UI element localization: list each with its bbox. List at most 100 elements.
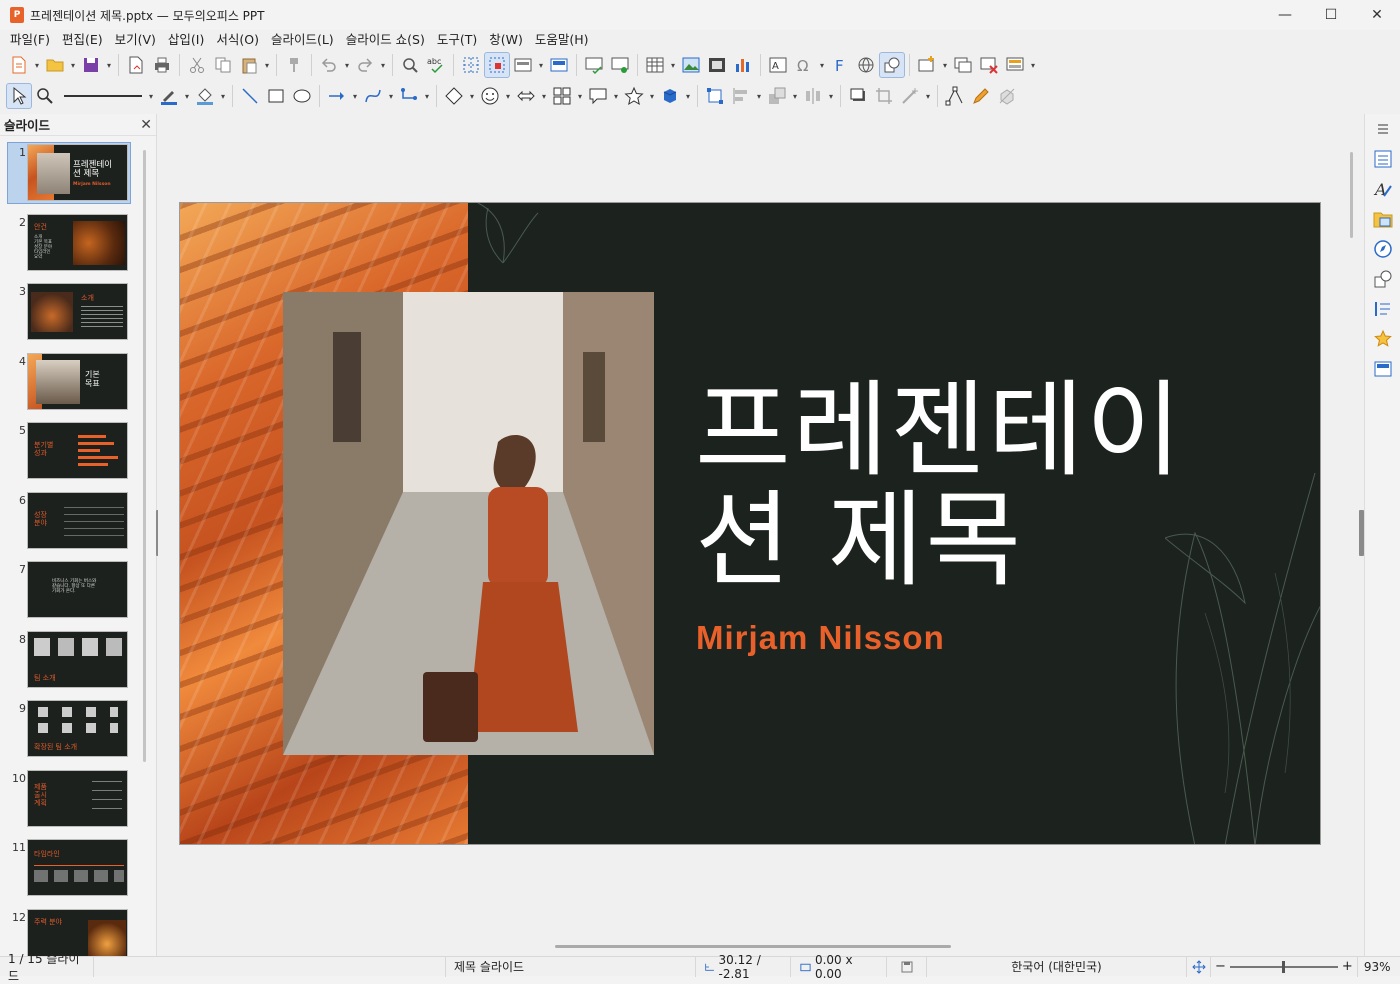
fill-color-dropdown[interactable]: ▾ [218,83,228,109]
slide-thumbnail-7[interactable]: 7 비즈니스 기회는 버스와 같습니다. 항상 또 다른 기회가 온다. [0,557,145,627]
filter-dropdown[interactable]: ▾ [923,83,933,109]
export-pdf-button[interactable] [123,52,149,78]
align-dropdown[interactable]: ▾ [754,83,764,109]
sidebar-menu-button[interactable] [1365,114,1400,144]
helplines-button[interactable] [484,52,510,78]
line-tool-button[interactable] [237,83,263,109]
slide-thumbnail-9[interactable]: 9 확장된 팀 소개 [0,696,145,766]
insert-image-button[interactable] [678,52,704,78]
cut-button[interactable] [184,52,210,78]
copy-button[interactable] [210,52,236,78]
flowchart-button[interactable] [549,83,575,109]
slide-thumbnail-11[interactable]: 11 타임라인 [0,835,145,905]
zoom-in-button[interactable]: + [1342,959,1353,974]
menu-insert[interactable]: 삽입(I) [162,30,210,50]
points-edit-button[interactable] [942,83,968,109]
zoom-slider[interactable] [1229,960,1338,973]
symbol-shapes-dropdown[interactable]: ▾ [503,83,513,109]
duplicate-slide-button[interactable] [950,52,976,78]
undo-button[interactable] [316,52,342,78]
zoom-level-status[interactable]: 93% [1356,956,1397,977]
fit-slide-button[interactable] [1187,956,1211,977]
arrange-button[interactable] [764,83,790,109]
lines-arrows-button[interactable] [324,83,350,109]
spelling-button[interactable]: abc [423,52,449,78]
slide-thumbnail-3[interactable]: 3 소개 [0,279,145,349]
close-button[interactable]: ✕ [1354,0,1400,30]
save-dropdown[interactable]: ▾ [104,52,114,78]
paste-dropdown[interactable]: ▾ [262,52,272,78]
open-dropdown[interactable]: ▾ [68,52,78,78]
delete-slide-button[interactable] [976,52,1002,78]
slide-panel-scrollbar[interactable] [143,150,146,762]
start-first-slide-button[interactable] [581,52,607,78]
slide-thumbnail-5[interactable]: 5 분기별 성과 [0,418,145,488]
sidebar-master-slides-button[interactable] [1365,354,1400,384]
distribute-button[interactable] [800,83,826,109]
document-modified-status[interactable] [887,956,927,977]
show-draw-functions-button[interactable] [879,52,905,78]
minimize-button[interactable]: — [1262,0,1308,30]
glue-points-button[interactable] [968,83,994,109]
horizontal-scrollbar[interactable] [555,945,951,948]
menu-help[interactable]: 도움말(H) [529,30,595,50]
sidebar-shapes-button[interactable] [1365,264,1400,294]
redo-dropdown[interactable]: ▾ [378,52,388,78]
vertical-scrollbar[interactable] [1350,152,1353,238]
display-views-dropdown[interactable]: ▾ [536,52,546,78]
master-slide-button[interactable] [546,52,572,78]
insert-table-button[interactable] [642,52,668,78]
menu-edit[interactable]: 편집(E) [56,30,109,50]
slide-thumbnail-10[interactable]: 10 제품 출시 계획 [0,766,145,836]
callouts-button[interactable] [585,83,611,109]
slide-canvas[interactable]: 프레젠테이 션 제목 Mirjam Nilsson [179,202,1321,845]
menu-slideshow[interactable]: 슬라이드 쇼(S) [340,30,431,50]
slide-thumbnail-8[interactable]: 8 팀 소개 [0,627,145,697]
fontwork-button[interactable]: F [827,52,853,78]
slide-layout-dropdown[interactable]: ▾ [1028,52,1038,78]
insert-textbox-button[interactable]: A [765,52,791,78]
slide-thumbnail-1[interactable]: 1 프레젠테이 션 제목 Mirjam Nilsson [0,140,145,210]
align-objects-button[interactable] [728,83,754,109]
stars-button[interactable] [621,83,647,109]
slide-thumbnail-2[interactable]: 2 안건 소개 기본 목표 성장 분야 타임라인 요약 [0,210,145,280]
sidebar-animation-button[interactable] [1365,324,1400,354]
new-slide-dropdown[interactable]: ▾ [940,52,950,78]
lines-arrows-dropdown[interactable]: ▾ [350,83,360,109]
callouts-dropdown[interactable]: ▾ [611,83,621,109]
transformations-button[interactable] [702,83,728,109]
basic-shapes-dropdown[interactable]: ▾ [467,83,477,109]
display-views-button[interactable] [510,52,536,78]
crop-button[interactable] [871,83,897,109]
sidebar-navigator-button[interactable] [1365,234,1400,264]
insert-special-char-button[interactable]: Ω [791,52,817,78]
connectors-dropdown[interactable]: ▾ [422,83,432,109]
fill-color-button[interactable] [192,83,218,109]
start-current-slide-button[interactable] [607,52,633,78]
insert-chart-button[interactable] [730,52,756,78]
slide-count-status[interactable]: 1 / 15 슬라이드 [0,952,94,983]
slide-thumbnail-6[interactable]: 6 성장 분야 [0,488,145,558]
menu-format[interactable]: 서식(O) [210,30,265,50]
slide-layout-button[interactable] [1002,52,1028,78]
insert-media-button[interactable] [704,52,730,78]
insert-hyperlink-button[interactable] [853,52,879,78]
special-char-dropdown[interactable]: ▾ [817,52,827,78]
stars-dropdown[interactable]: ▾ [647,83,657,109]
symbol-shapes-button[interactable] [477,83,503,109]
display-grid-button[interactable] [458,52,484,78]
menu-slide[interactable]: 슬라이드(L) [265,30,340,50]
find-replace-button[interactable] [397,52,423,78]
line-style-dropdown[interactable]: ▾ [146,83,156,109]
insert-table-dropdown[interactable]: ▾ [668,52,678,78]
select-tool-button[interactable] [6,83,32,109]
undo-dropdown[interactable]: ▾ [342,52,352,78]
slide-thumbnail-12[interactable]: 12 주력 분야 [0,905,145,956]
3d-objects-dropdown[interactable]: ▾ [683,83,693,109]
new-document-dropdown[interactable]: ▾ [32,52,42,78]
open-button[interactable] [42,52,68,78]
flowchart-dropdown[interactable]: ▾ [575,83,585,109]
close-panel-button[interactable]: ✕ [140,117,152,133]
line-color-dropdown[interactable]: ▾ [182,83,192,109]
rectangle-tool-button[interactable] [263,83,289,109]
